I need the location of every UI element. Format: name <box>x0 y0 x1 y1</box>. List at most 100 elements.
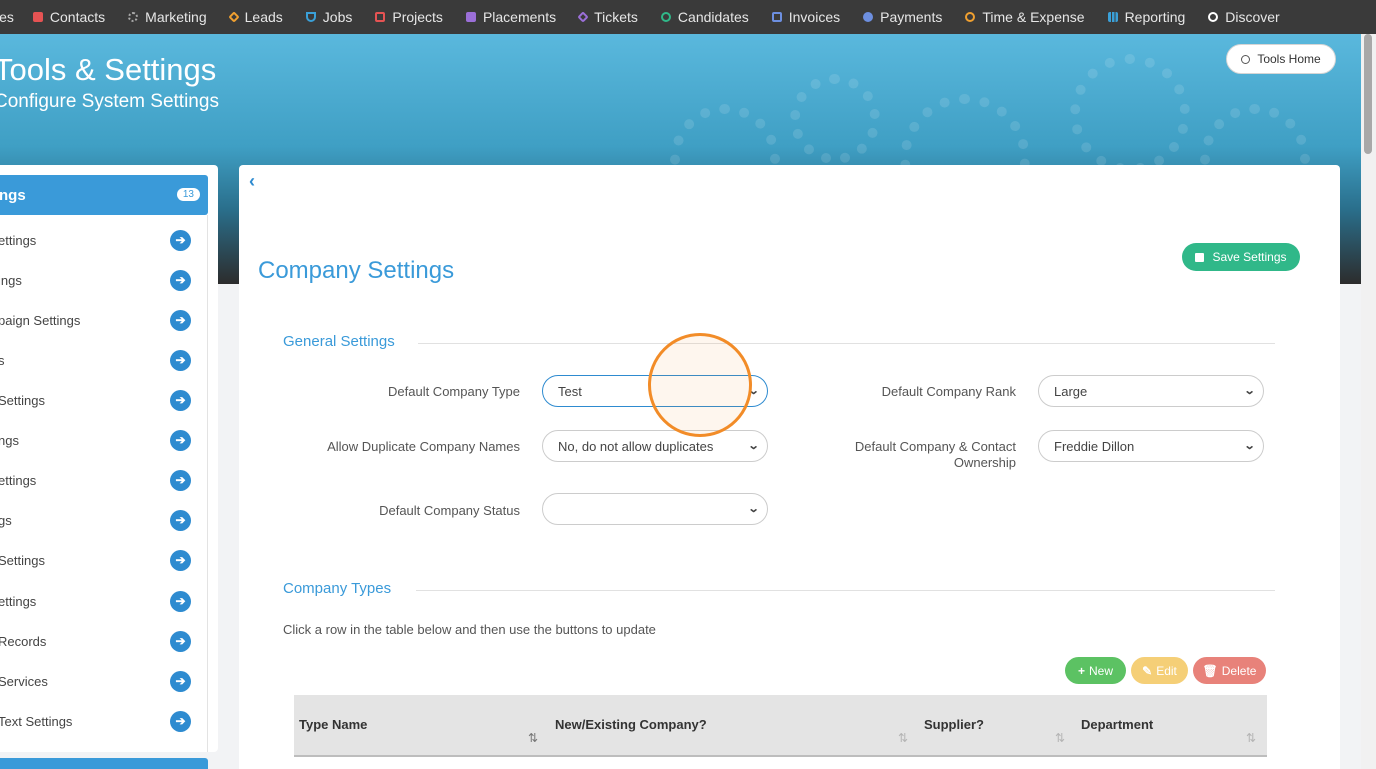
edit-label: Edit <box>1156 663 1177 678</box>
sidebar-item[interactable]: Settings ➔ <box>0 380 208 420</box>
arrow-right-icon[interactable]: ➔ <box>170 229 191 251</box>
sidebar-item-label: ettings <box>0 593 37 609</box>
sort-icon[interactable]: ⇅ <box>1055 731 1065 745</box>
arrow-right-icon[interactable]: ➔ <box>170 469 191 491</box>
placements-icon <box>465 12 476 22</box>
chart-icon <box>1107 12 1118 22</box>
arrow-right-icon[interactable]: ➔ <box>170 710 191 732</box>
nav-item-marketing[interactable]: Marketing <box>128 9 207 25</box>
sidebar-item-label: ettings <box>0 472 37 488</box>
nav-label: Reporting <box>1124 9 1186 25</box>
default-company-rank-select[interactable]: Large ⌄ <box>1038 375 1264 407</box>
tickets-icon <box>577 11 589 23</box>
page-scrollbar[interactable] <box>1361 34 1376 769</box>
company-types-table-header: Type Name ⇅ New/Existing Company? ⇅ Supp… <box>294 695 1267 757</box>
arrow-right-icon[interactable]: ➔ <box>170 549 191 571</box>
nav-item-tickets[interactable]: Tickets <box>577 9 638 25</box>
nav-item-candidates[interactable]: Candidates <box>660 9 749 25</box>
arrow-right-icon[interactable]: ➔ <box>170 509 191 531</box>
arrow-right-icon[interactable]: ➔ <box>170 590 191 612</box>
nav-label: ies <box>0 9 14 25</box>
scrollbar-thumb[interactable] <box>1364 34 1372 154</box>
nav-item-projects[interactable]: Projects <box>375 9 443 25</box>
sidebar-item[interactable]: ettings ➔ <box>0 220 208 260</box>
count-badge: 13 <box>176 188 200 201</box>
sidebar-item[interactable]: Services ➔ <box>0 661 208 701</box>
sidebar-header[interactable]: ngs 13 <box>0 175 208 215</box>
label-default-ownership: Default Company & Contact Ownership <box>854 439 1016 470</box>
sidebar-item-label: Settings <box>0 392 45 408</box>
column-header[interactable]: Department <box>1081 717 1153 732</box>
nav-item-time-expense[interactable]: Time & Expense <box>965 9 1085 25</box>
page-title: Company Settings <box>258 257 455 284</box>
sidebar-item[interactable]: ettings ➔ <box>0 581 208 621</box>
sidebar-item[interactable]: Records ➔ <box>0 621 208 661</box>
arrow-right-icon[interactable]: ➔ <box>170 429 191 451</box>
select-value: Large <box>1054 383 1088 399</box>
page-subheading: Configure System Settings <box>0 91 219 112</box>
arrow-right-icon[interactable]: ➔ <box>170 670 191 692</box>
nav-label: Payments <box>880 9 943 25</box>
nav-label: Contacts <box>49 9 106 25</box>
arrow-right-icon[interactable]: ➔ <box>170 630 191 652</box>
click-indicator <box>648 333 752 437</box>
column-header[interactable]: Supplier? <box>924 717 984 732</box>
page-heading: Tools & Settings <box>0 52 217 87</box>
pencil-icon: ✎ <box>1142 663 1153 678</box>
nav-item-leads[interactable]: Leads <box>227 9 283 25</box>
nav-item-discover[interactable]: Discover <box>1208 9 1280 25</box>
nav-item-invoices[interactable]: Invoices <box>771 9 840 25</box>
nav-item-placements[interactable]: Placements <box>465 9 556 25</box>
sidebar-item[interactable]: paign Settings ➔ <box>0 300 208 340</box>
default-company-status-select[interactable]: ⌄ <box>542 493 768 525</box>
save-icon <box>1195 252 1205 262</box>
sidebar-item[interactable]: s ➔ <box>0 340 208 380</box>
sidebar-item-label: ettings <box>0 232 37 248</box>
sidebar-item[interactable]: ings ➔ <box>0 260 208 300</box>
new-button[interactable]: + New <box>1065 657 1126 684</box>
column-header[interactable]: New/Existing Company? <box>555 717 707 732</box>
default-ownership-select[interactable]: Freddie Dillon ⌄ <box>1038 430 1264 462</box>
nav-item-companies[interactable]: ies <box>0 9 14 25</box>
broadcast-icon <box>128 12 139 22</box>
sort-icon[interactable]: ⇅ <box>1246 731 1256 745</box>
allow-duplicate-names-select[interactable]: No, do not allow duplicates ⌄ <box>542 430 768 462</box>
instruction-text: Click a row in the table below and then … <box>283 622 656 637</box>
nav-item-reporting[interactable]: Reporting <box>1107 9 1186 25</box>
sidebar-item[interactable]: Settings ➔ <box>0 540 208 580</box>
chevron-down-icon: ⌄ <box>1243 440 1256 452</box>
sidebar-item-label: ngs <box>0 432 19 448</box>
sidebar-item[interactable]: gs ➔ <box>0 500 208 540</box>
sidebar-item[interactable]: ngs ➔ <box>0 420 208 460</box>
arrow-right-icon[interactable]: ➔ <box>170 309 191 331</box>
sidebar-item-label: Text Settings <box>0 713 73 729</box>
contacts-icon <box>32 12 43 22</box>
sidebar-next-section-header[interactable] <box>0 758 208 769</box>
sort-icon[interactable]: ⇅ <box>528 731 538 745</box>
column-header[interactable]: Type Name <box>299 717 367 732</box>
section-divider <box>418 343 1275 344</box>
chevron-down-icon: ⌄ <box>747 440 760 452</box>
nav-label: Projects <box>392 9 443 25</box>
candidates-icon <box>660 12 671 22</box>
label-default-company-type: Default Company Type <box>388 384 520 399</box>
nav-label: Candidates <box>677 9 749 25</box>
invoices-icon <box>771 12 782 22</box>
chevron-down-icon: ⌄ <box>1243 385 1256 397</box>
arrow-right-icon[interactable]: ➔ <box>170 349 191 371</box>
nav-item-jobs[interactable]: Jobs <box>305 9 352 25</box>
delete-label: Delete <box>1221 663 1257 678</box>
tools-home-button[interactable]: Tools Home <box>1226 44 1336 74</box>
section-title-general: General Settings <box>283 333 395 350</box>
sidebar-item[interactable]: Text Settings ➔ <box>0 701 208 741</box>
arrow-right-icon[interactable]: ➔ <box>170 389 191 411</box>
sort-icon[interactable]: ⇅ <box>898 731 908 745</box>
delete-button[interactable]: 🗑 Delete <box>1193 657 1266 684</box>
nav-item-payments[interactable]: Payments <box>863 9 942 25</box>
arrow-right-icon[interactable]: ➔ <box>170 269 191 291</box>
sidebar-item[interactable]: ettings ➔ <box>0 460 208 500</box>
save-settings-button[interactable]: Save Settings <box>1182 243 1300 271</box>
back-chevron-icon[interactable]: ‹ <box>249 171 255 192</box>
edit-button[interactable]: ✎ Edit <box>1131 657 1188 684</box>
nav-item-contacts[interactable]: Contacts <box>32 9 106 25</box>
